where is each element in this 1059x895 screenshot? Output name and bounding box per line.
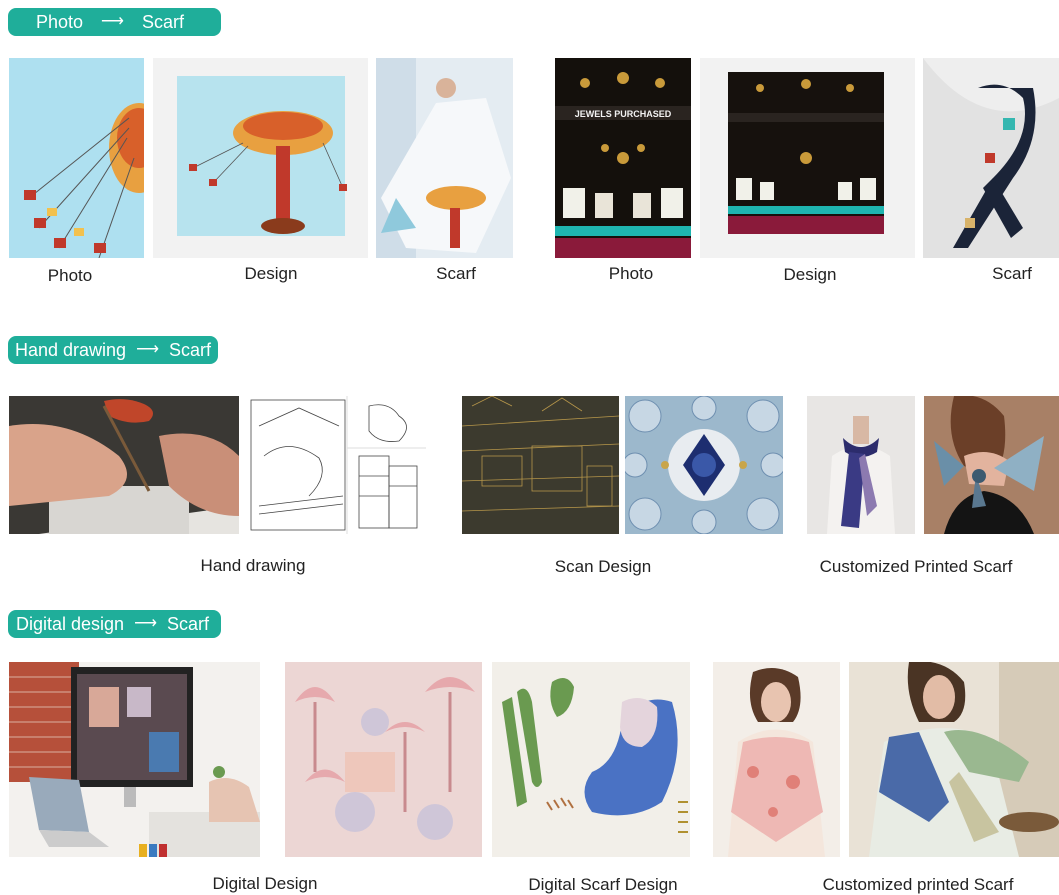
carousel-design [153,58,368,258]
model-green-scarf [849,662,1059,857]
caption-photo-1: Photo [47,266,93,285]
digital-floral-design [285,662,482,857]
caption-customized-printed-scarf-2: Customized printed Scarf [822,875,1014,894]
section-hand-drawing-to-scarf-badge: Hand drawing ⟶ Scarf [8,336,218,364]
digital-abstract-scarf-design [492,662,690,857]
section-digital-design-to-scarf-badge: Digital design ⟶ Scarf [8,610,221,638]
model-pink-scarf [713,662,840,857]
jewels-scarf [923,58,1059,258]
arrow-right-icon: ⟶ [101,13,124,30]
hands-drawing-photo [9,396,239,534]
scanned-pattern-design [625,396,783,534]
badge-from-label: Digital design [16,614,125,634]
jewels-design [700,58,915,258]
caption-hand-drawing: Hand drawing [200,556,306,575]
arrow-right-icon: ⟶ [136,341,160,358]
caption-digital-design: Digital Design [212,874,318,893]
sign-text: JEWELS PURCHASED [575,109,672,119]
caption-scarf-1: Scarf [436,264,476,283]
sketch-drawings [249,396,426,534]
arrow-right-icon: ⟶ [134,615,157,632]
model-purple-scarf [807,396,915,534]
scanned-city-design [462,396,619,534]
badge-to-label: Scarf [169,340,212,360]
caption-scarf-2: Scarf [992,264,1032,283]
badge-to-label: Scarf [167,614,210,634]
model-bow-scarf [924,396,1059,534]
carousel-photo [9,58,144,258]
caption-design-2: Design [783,265,837,284]
designer-workstation-photo [9,662,260,857]
caption-customized-printed-scarf: Customized Printed Scarf [819,557,1013,576]
badge-to-label: Scarf [141,12,184,32]
caption-digital-scarf-design: Digital Scarf Design [528,875,678,894]
badge-from-label: Hand drawing [15,340,127,360]
caption-design-1: Design [244,264,298,283]
jewels-photo: JEWELS PURCHASED [555,58,691,258]
carousel-scarf [376,58,513,258]
badge-from-label: Photo [36,12,84,32]
caption-photo-2: Photo [608,264,654,283]
caption-scan-design: Scan Design [554,557,652,576]
section-photo-to-scarf-badge: Photo ⟶ Scarf [8,8,221,36]
